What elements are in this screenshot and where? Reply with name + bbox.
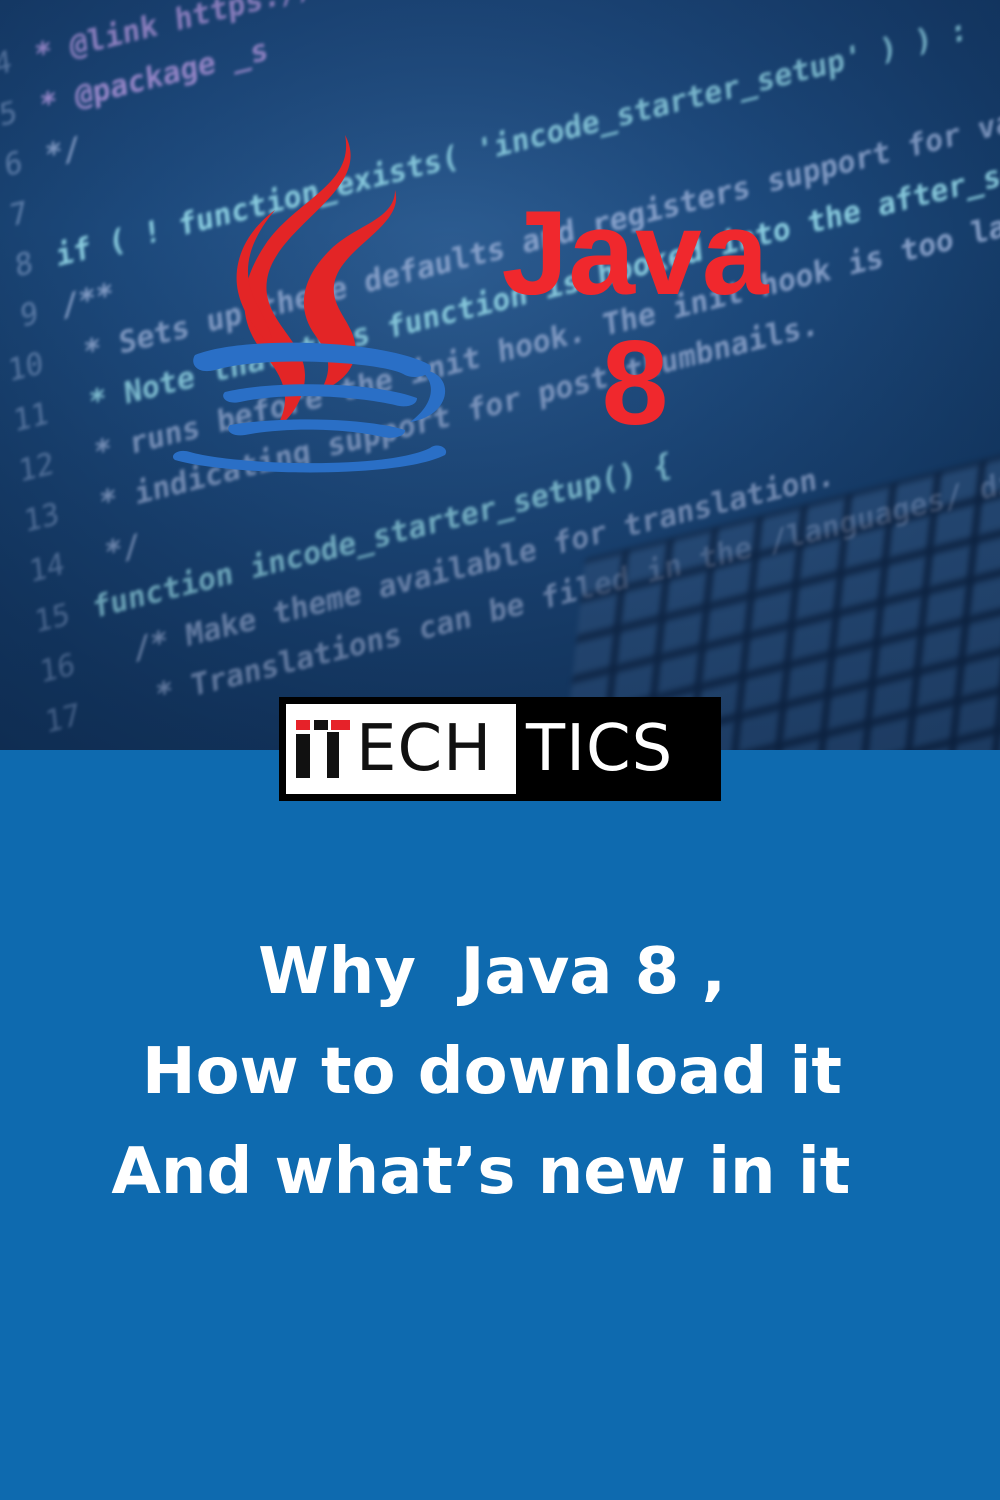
logo-t-glyph-icon (314, 720, 350, 778)
hero-image: 4* @link https://developer.wordpress.org… (0, 0, 1000, 750)
java-cup-logo-icon (172, 135, 447, 473)
headline-line-1: Why Java 8 , (258, 935, 726, 1009)
itechtics-logo: ECH TICS (279, 697, 721, 801)
java-title-version: 8 (601, 316, 669, 450)
logo-text-dark: ECH (356, 712, 493, 786)
headline-line-3: And what’s new in it (111, 1135, 873, 1209)
logo-text-light: TICS (526, 712, 674, 786)
logo-i-glyph-icon (296, 720, 310, 778)
java-title: Java 8 (430, 188, 840, 448)
headline-line-2: How to download it (142, 1035, 842, 1109)
java-title-word: Java (501, 186, 769, 320)
headline: Why Java 8 , How to download it And what… (0, 922, 984, 1222)
